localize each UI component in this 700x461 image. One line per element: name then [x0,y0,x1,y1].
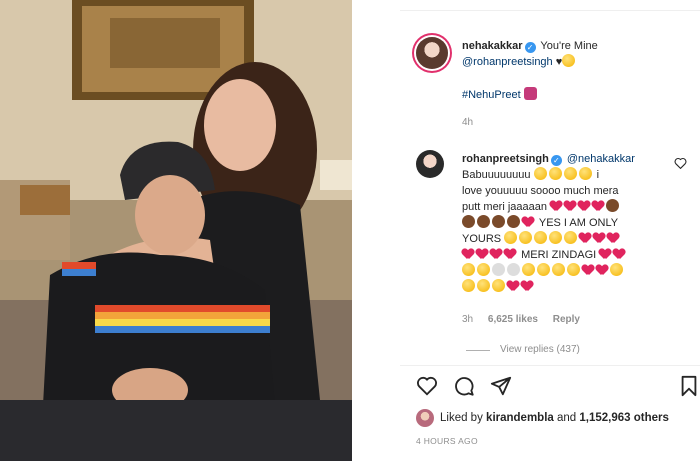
person-emoji-icon [507,215,520,228]
liked-by-user[interactable]: kirandembla [486,412,554,424]
comment-line-7: MERI ZINDAGI [521,249,597,261]
comment-line-4: putt meri jaaaaan [462,201,547,213]
comment-icon[interactable] [453,375,475,397]
red-heart-emoji-icon [613,249,625,260]
red-heart-emoji-icon [550,201,562,212]
person-emoji-icon [477,215,490,228]
kiss-emoji-icon [477,279,490,292]
comment-line-2: i [596,169,600,181]
comment-verified-badge-icon: ✓ [550,155,562,166]
comment-time: 3h [462,314,474,325]
comment-line-1: Babuuuuuuuu [462,169,531,181]
smile-emoji-icon [562,54,576,67]
liker-avatar[interactable] [416,409,434,427]
grin-emoji-icon [519,231,533,244]
caption-username[interactable]: nehakakkar [462,40,523,52]
kiss-emoji-icon [567,263,580,276]
heart-eyes-emoji-icon [492,279,505,292]
heart-eyes-emoji-icon [563,167,577,180]
hashtag-line: #NehuPreet [462,87,539,103]
caption-time: 4h [462,117,474,128]
view-replies-line [466,350,490,351]
view-replies-button[interactable]: View replies (437) [500,344,580,355]
actions-divider [400,365,700,366]
ghost-emoji-icon [492,263,505,276]
comment-line-5: YES I AM ONLY [538,217,619,229]
author-avatar[interactable] [416,37,448,69]
caption-block: nehakakkar ✓ You're Mine @rohanpreetsingh… [462,38,692,70]
red-heart-emoji-icon [507,281,519,292]
red-heart-emoji-icon [579,233,591,244]
liked-by-line: Liked by kirandembla and 1,152,963 other… [440,410,669,426]
red-heart-emoji-icon [490,249,502,260]
comment-meta: 3h 6,625 likes Reply [462,314,580,325]
caption-mention[interactable]: @rohanpreetsingh [462,56,553,68]
grin-emoji-icon [504,231,518,244]
liked-by-prefix: Liked by [440,412,483,424]
red-heart-emoji-icon [599,249,611,260]
comment-mention[interactable]: @nehakakkar [567,153,635,165]
grin-emoji-icon [462,263,475,276]
commenter-avatar[interactable] [416,150,444,178]
person-emoji-icon [462,215,475,228]
person-emoji-icon [492,215,505,228]
heart-eyes-emoji-icon [537,263,550,276]
comment-like-heart-icon[interactable] [674,157,687,169]
kiss-emoji-icon [462,279,475,292]
liked-by-count[interactable]: 1,152,963 others [579,412,669,424]
heart-eyes-emoji-icon [578,167,592,180]
heart-eyes-emoji-icon [533,167,547,180]
red-heart-emoji-icon [596,265,608,276]
red-heart-emoji-icon [607,233,619,244]
heart-icon[interactable] [416,375,438,397]
caption-text: You're Mine [540,40,598,52]
red-heart-emoji-icon [582,265,594,276]
red-heart-emoji-icon [522,217,534,228]
ghost-emoji-icon [507,263,520,276]
liked-by-and: and [557,412,577,424]
comment-line-3: love youuuuu soooo much mera [462,185,619,197]
comment-line-6: YOURS [462,233,502,245]
comment-likes[interactable]: 6,625 likes [488,314,538,325]
share-icon[interactable] [490,375,512,397]
red-heart-emoji-icon [564,201,576,212]
post-photo[interactable] [0,0,352,461]
red-heart-emoji-icon [592,201,604,212]
heart-eyes-emoji-icon [522,263,535,276]
grin-emoji-icon [534,231,548,244]
kiss-emoji-icon [552,263,565,276]
comment-username[interactable]: rohanpreetsingh [462,153,549,165]
person-emoji-icon [606,199,620,212]
bookmark-icon[interactable] [678,375,700,397]
red-heart-emoji-icon [593,233,605,244]
grin-emoji-icon [477,263,490,276]
grin-emoji-icon [564,231,578,244]
red-heart-emoji-icon [521,281,533,292]
comment-reply-button[interactable]: Reply [553,314,580,325]
grin-emoji-icon [549,231,563,244]
comment-block: rohanpreetsingh ✓ @nehakakkar Babuuuuuuuu… [462,151,672,295]
caption-hashtag[interactable]: #NehuPreet [462,89,521,101]
photo-illustration [0,0,352,461]
verified-badge-icon: ✓ [524,42,536,53]
top-divider [400,10,700,11]
post-timestamp[interactable]: 4 HOURS AGO [416,436,478,446]
heart-eyes-emoji-icon [548,167,562,180]
couple-emoji-icon [523,87,537,100]
red-heart-emoji-icon [504,249,516,260]
smile-emoji-icon [610,263,623,276]
red-heart-emoji-icon [578,201,590,212]
red-heart-emoji-icon [462,249,474,260]
red-heart-emoji-icon [476,249,488,260]
